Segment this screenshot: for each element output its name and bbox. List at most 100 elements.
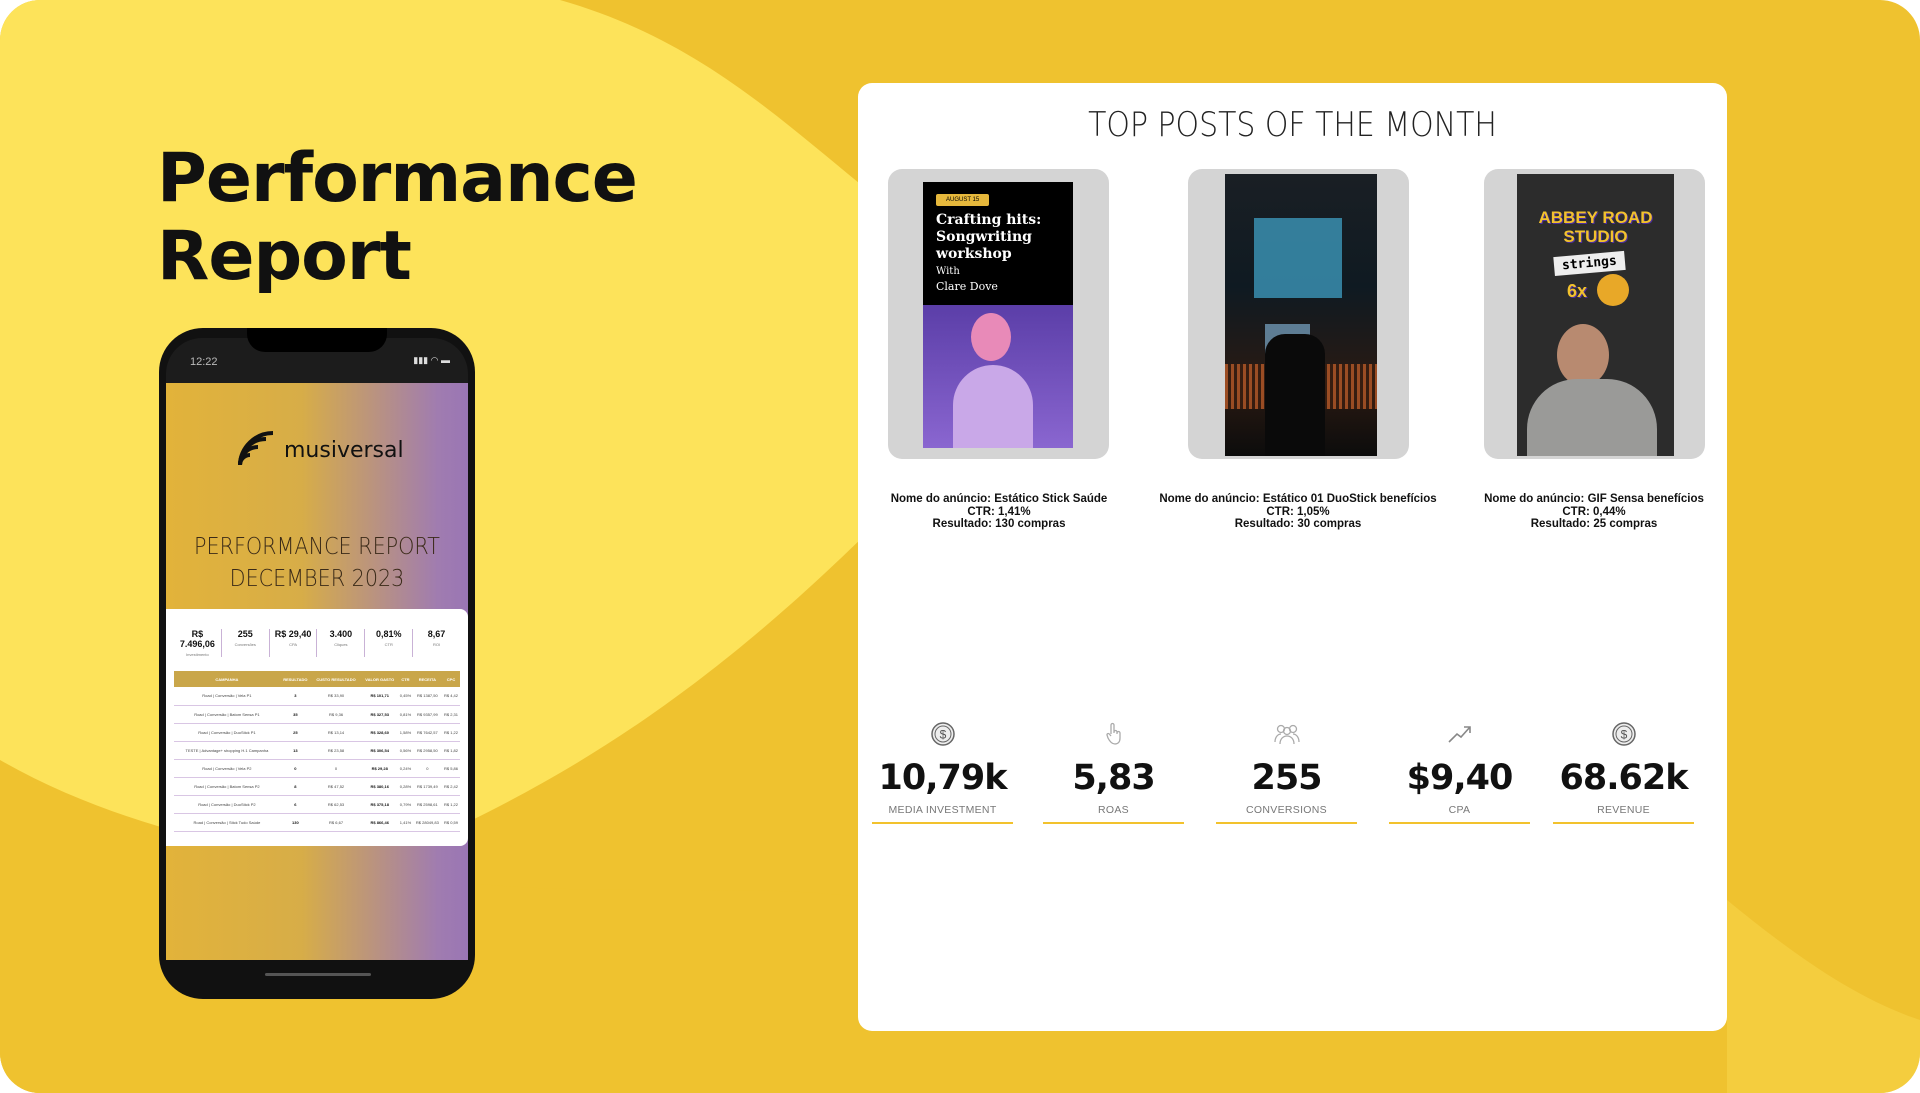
summary-value: 8,67 — [427, 629, 446, 639]
dollar-coin-icon: $ — [872, 720, 1013, 748]
table-cell: 8 — [279, 777, 311, 796]
table-cell: 13 — [279, 741, 311, 760]
table-cell: 0,81% — [398, 705, 413, 724]
kpi-label: MEDIA INVESTMENT — [888, 804, 997, 816]
summary-kpi: 255 Conversões — [222, 629, 270, 657]
kpi-underline — [1216, 822, 1357, 824]
table-cell: R$ 2,42 — [442, 777, 460, 796]
top-posts-panel: TOP POSTS OF THE MONTH AUGUST 15 Craftin… — [858, 83, 1727, 1031]
table-cell: R$ 9357,99 — [412, 705, 443, 724]
kpi-underline — [872, 822, 1013, 824]
table-cell: Road | Conversão | DuoStick P2 — [174, 795, 280, 814]
post-card-1[interactable]: AUGUST 15 Crafting hits: Songwriting wor… — [888, 169, 1109, 459]
summary-value: 255 — [237, 629, 253, 639]
brand-name: musiversal — [284, 437, 404, 463]
table-cell: 0,79% — [398, 795, 413, 814]
summary-label: Cliques — [334, 642, 348, 647]
table-cell: 1,41% — [398, 813, 413, 832]
table-row: Road | Conversão | DuoStick P1 25 R$ 13,14… — [174, 723, 460, 742]
kpi-value: 10,79k — [878, 758, 1008, 798]
table-cell: 0 — [412, 759, 443, 778]
trend-up-icon — [1389, 720, 1530, 748]
campaign-table: CAMPANHA RESULTADO CUSTO RESULTADO VALOR GA… — [174, 671, 460, 832]
column-header: CPC — [442, 671, 460, 687]
title-line-1: Performance — [157, 139, 638, 218]
kpi-label: ROAS — [1098, 804, 1129, 816]
post-image-1: AUGUST 15 Crafting hits: Songwriting wor… — [923, 182, 1073, 448]
table-cell: R$ 2958,50 — [412, 741, 443, 760]
violin-icon — [1597, 274, 1629, 306]
column-header: CTR — [398, 671, 413, 687]
table-row: Road | Conversão | Batom Sensa P2 8 R$ 47,… — [174, 777, 460, 796]
table-cell: R$ 13,14 — [310, 723, 362, 742]
ad-ctr: CTR: 1,05% — [1266, 505, 1330, 518]
table-cell: R$ 2598,61 — [412, 795, 443, 814]
table-cell: R$ 328,60 — [361, 723, 399, 742]
table-cell: Road | Conversão | DuoStick P1 — [174, 723, 280, 742]
slide: Performance Report 12:22 ▮▮▮ ◠ ▬ musiver… — [0, 0, 1920, 1093]
summary-label: CPA — [289, 642, 298, 647]
kpi-revenue: $68.62k REVENUE — [1553, 720, 1694, 824]
dollar-coin-icon: $ — [1553, 720, 1694, 748]
table-cell: Road | Conversão | Batom Sensa P1 — [174, 705, 280, 724]
summary-kpi: R$ 7.496,06 Investimento — [174, 629, 222, 657]
post-card-3[interactable]: ABBEY ROAD STUDIO strings 6x — [1484, 169, 1705, 459]
kpi-underline — [1043, 822, 1184, 824]
summary-value: 0,81% — [375, 629, 402, 639]
column-header: RESULTADO — [279, 671, 311, 687]
kpi-value: 68.62k — [1559, 758, 1689, 798]
summary-kpi: 8,67 ROI — [413, 629, 460, 657]
svg-text:$: $ — [1620, 728, 1627, 742]
post-with: With — [936, 266, 960, 277]
table-cell: 0,45% — [398, 687, 413, 706]
table-cell: R$ 380,16 — [361, 777, 399, 796]
report-title-line-2: DECEMBER 2023 — [229, 566, 405, 592]
table-cell: 130 — [279, 813, 311, 832]
signal-wifi-battery-icon: ▮▮▮ ◠ ▬ — [413, 355, 450, 365]
post-image-2 — [1225, 174, 1377, 456]
table-cell: R$ 4,42 — [442, 687, 460, 706]
table-cell: 3 — [279, 687, 311, 706]
ad-result: Resultado: 25 compras — [1530, 518, 1658, 530]
kpi-media-investment: $10,79k MEDIA INVESTMENT — [872, 720, 1013, 824]
post-card-2[interactable] — [1188, 169, 1409, 459]
table-cell: R$ 101,71 — [361, 687, 399, 706]
column-header: VALOR GASTO — [361, 671, 399, 687]
musiversal-logo: musiversal — [236, 431, 404, 469]
table-cell: R$ 28049,83 — [412, 813, 443, 832]
table-row: Road | Conversão | DuoStick P2 6 R$ 62,53 R… — [174, 795, 460, 814]
table-cell: 6 — [279, 795, 311, 814]
summary-label: Conversões — [234, 642, 256, 647]
report-card: R$ 7.496,06 Investimento 255 Conversões R$ 2… — [166, 609, 468, 846]
kpi-roas: 5,83 ROAS — [1043, 720, 1184, 824]
table-cell: 0 — [279, 759, 311, 778]
kpi-label: CPA — [1448, 804, 1471, 816]
table-cell: 1,58% — [398, 723, 413, 742]
ad-ctr: CTR: 1,41% — [967, 505, 1031, 518]
table-cell: 0,24% — [398, 759, 413, 778]
report-title: PERFORMANCE REPORT DECEMBER 2023 — [181, 531, 453, 595]
summary-value: 3.400 — [329, 629, 353, 639]
table-cell: 0,28% — [398, 777, 413, 796]
artist-photo — [923, 305, 1073, 448]
phone-mockup: 12:22 ▮▮▮ ◠ ▬ musiversal PERFORMANCE REP… — [159, 328, 475, 999]
post-artist: Clare Dove — [936, 280, 998, 293]
phone-notch — [247, 328, 387, 352]
home-indicator — [265, 973, 371, 976]
kpi-underline — [1389, 822, 1530, 824]
page-title: Performance Report — [157, 139, 638, 296]
kpi-cpa: $9,40 CPA — [1389, 720, 1530, 824]
kpi-conversions: 255 CONVERSIONS — [1216, 720, 1357, 824]
summary-label: Investimento — [186, 652, 209, 657]
summary-value: R$ 7.496,06 — [179, 629, 215, 649]
post-headline: Crafting hits: Songwriting workshop — [936, 212, 1042, 262]
table-cell: 0,56% — [398, 741, 413, 760]
table-cell: R$ 1,22 — [442, 723, 460, 742]
table-cell: R$ 1,82 — [442, 741, 460, 760]
table-cell: R$ 1,22 — [442, 795, 460, 814]
column-header: CAMPANHA — [174, 671, 280, 687]
report-title-line-1: PERFORMANCE REPORT — [194, 534, 440, 560]
table-cell: Road | Conversão | Batom Sensa P2 — [174, 777, 280, 796]
table-row: TESTE | Advantage+ shopping H.1 Campanha… — [174, 741, 460, 760]
table-cell: R$ 306,54 — [361, 741, 399, 760]
